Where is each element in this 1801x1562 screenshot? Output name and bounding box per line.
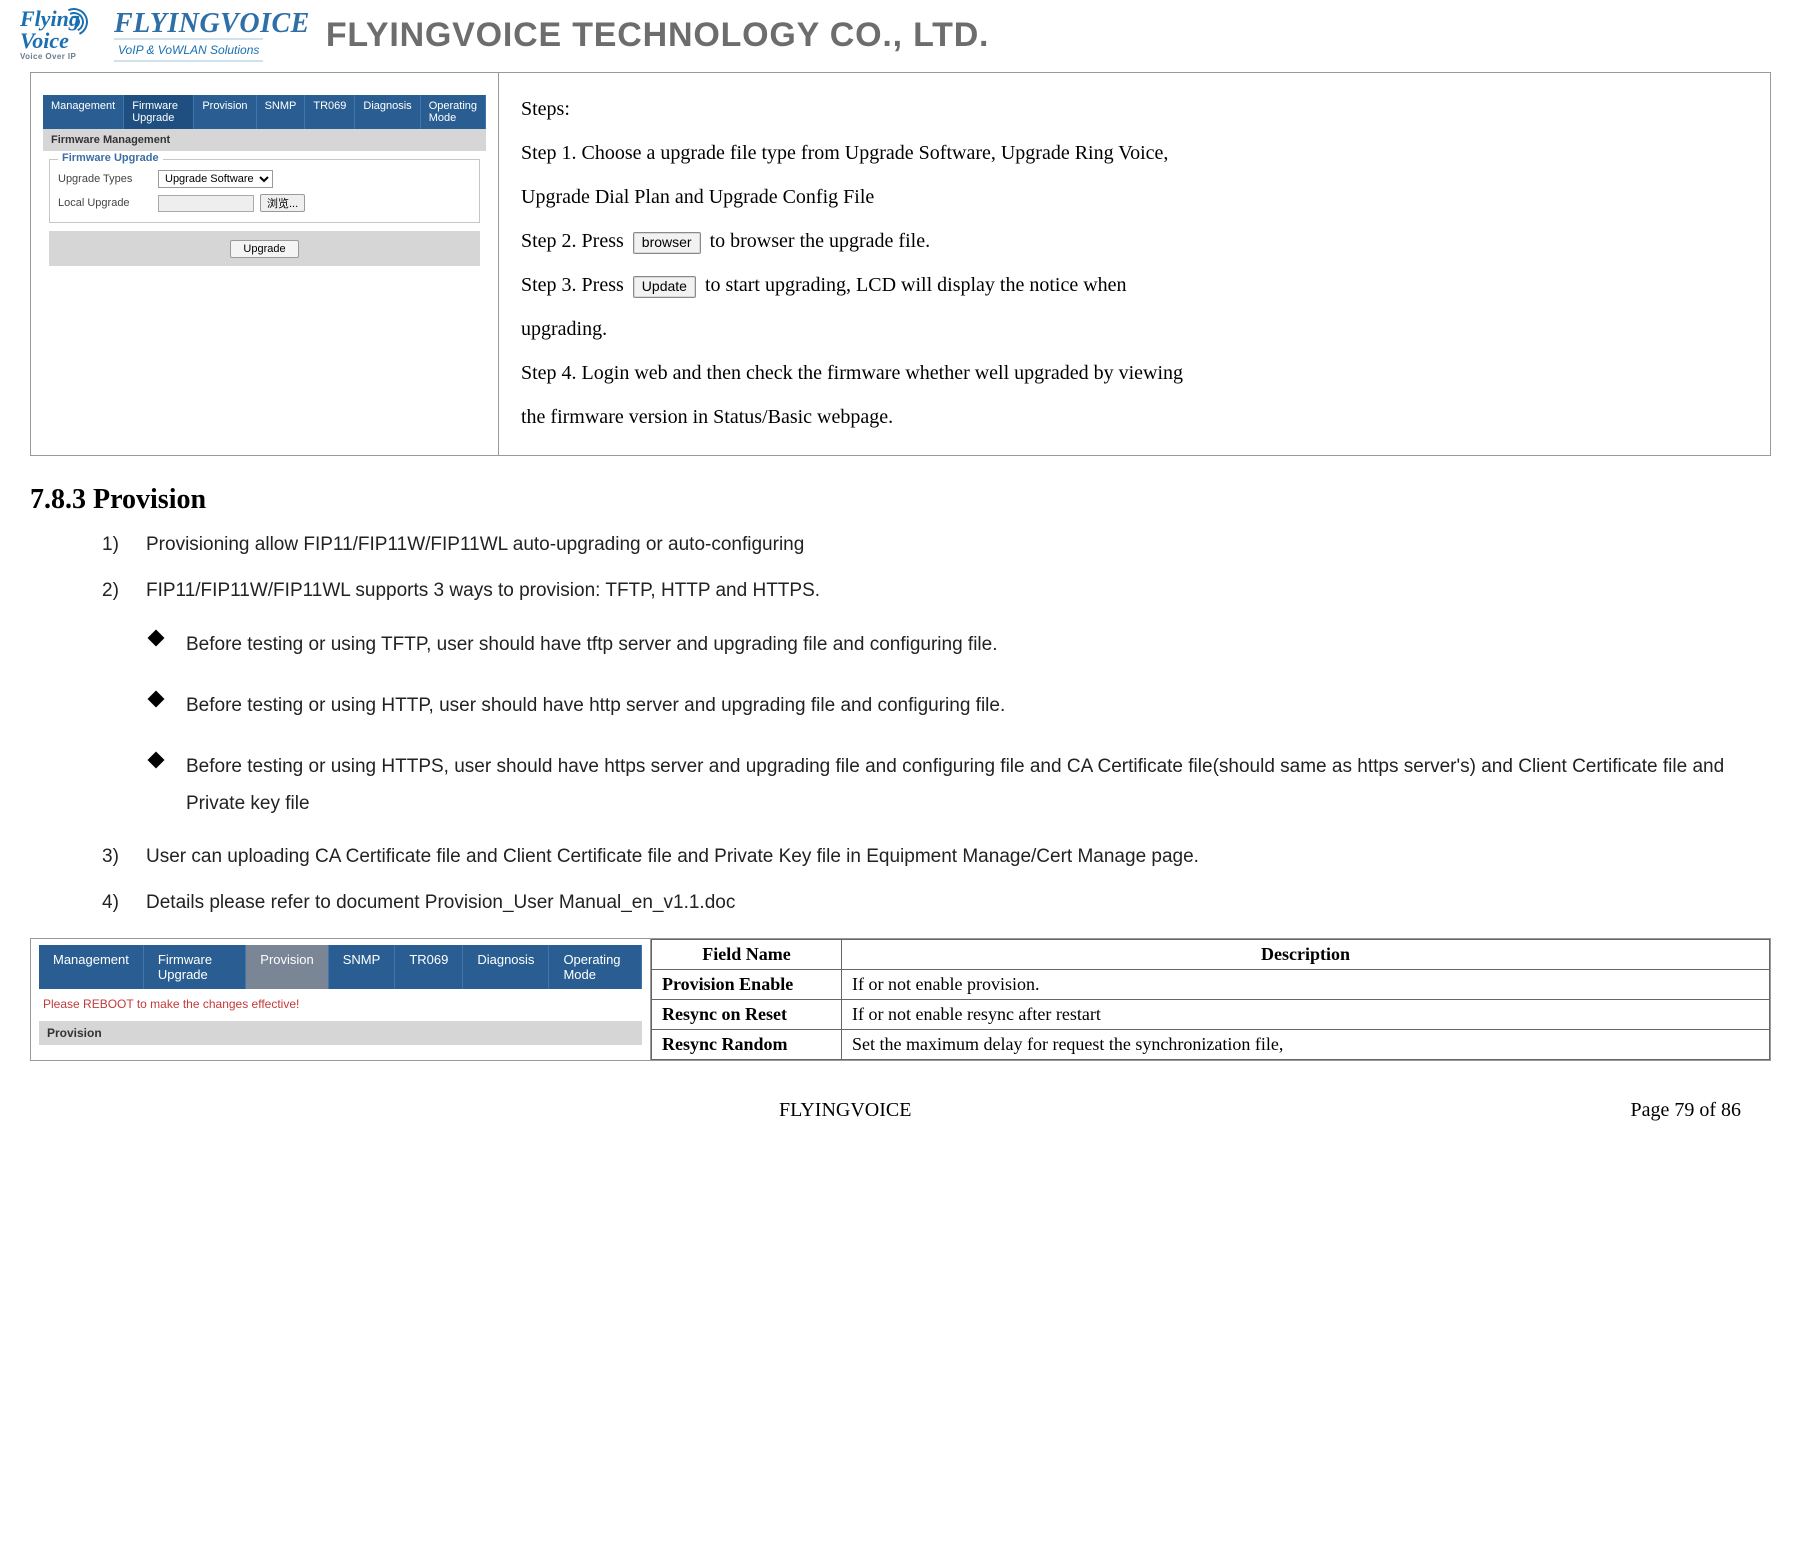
panel-title: Firmware Management	[43, 129, 486, 151]
list-text: FIP11/FIP11W/FIP11WL supports 3 ways to …	[146, 580, 820, 601]
provision-tab[interactable]: Management	[39, 945, 144, 989]
firmware-footer: Upgrade	[49, 231, 480, 266]
local-upgrade-label: Local Upgrade	[58, 197, 158, 209]
list-number: 4)	[102, 892, 146, 914]
cell-desc: If or not enable provision.	[842, 970, 1770, 1000]
table-row: Resync Random Set the maximum delay for …	[652, 1030, 1770, 1060]
upgrade-types-select[interactable]: Upgrade Software	[158, 170, 273, 188]
upgrade-types-row: Upgrade Types Upgrade Software	[58, 170, 471, 188]
company-name: FLYINGVOICE TECHNOLOGY CO., LTD.	[326, 16, 989, 55]
header-field-name: Field Name	[652, 940, 842, 970]
steps-text: Steps: Step 1. Choose a upgrade file typ…	[499, 73, 1770, 455]
header-description: Description	[842, 940, 1770, 970]
provision-list: 1)Provisioning allow FIP11/FIP11W/FIP11W…	[102, 534, 1741, 914]
firmware-screenshot: ManagementFirmware UpgradeProvisionSNMPT…	[31, 73, 499, 455]
firmware-tab[interactable]: Provision	[194, 95, 256, 129]
provision-tab[interactable]: Diagnosis	[463, 945, 549, 989]
update-button-inline: Update	[633, 276, 696, 298]
firmware-tab[interactable]: Firmware Upgrade	[124, 95, 194, 129]
provision-tabs: ManagementFirmware UpgradeProvisionSNMPT…	[39, 945, 642, 989]
firmware-tab[interactable]: SNMP	[257, 95, 306, 129]
steps-title: Steps:	[521, 87, 1748, 131]
step-1b: Upgrade Dial Plan and Upgrade Config Fil…	[521, 175, 1748, 219]
cell-field: Resync Random	[652, 1030, 842, 1060]
firmware-upgrade-fieldset: Firmware Upgrade Upgrade Types Upgrade S…	[49, 159, 480, 223]
step-4b: the firmware version in Status/Basic web…	[521, 395, 1748, 439]
reboot-message: Please REBOOT to make the changes effect…	[43, 997, 638, 1011]
step-3-post: to start upgrading, LCD will display the…	[705, 274, 1127, 296]
firmware-tabs: ManagementFirmware UpgradeProvisionSNMPT…	[43, 95, 486, 129]
table-row: Resync on Reset If or not enable resync …	[652, 1000, 1770, 1030]
provision-table-wrap: Field Name Description Provision Enable …	[651, 939, 1770, 1060]
page-header: Flying Voice Voice Over IP FLYINGVOICE V…	[20, 0, 1781, 64]
cell-desc: Set the maximum delay for request the sy…	[842, 1030, 1770, 1060]
diamond-list: Before testing or using TFTP, user shoul…	[150, 626, 1741, 822]
firmware-tab[interactable]: Diagnosis	[355, 95, 420, 129]
list-item: 1)Provisioning allow FIP11/FIP11W/FIP11W…	[102, 534, 1741, 556]
wifi-arc-icon	[60, 8, 104, 36]
footer-page-number: Page 79 of 86	[1630, 1099, 1741, 1122]
diamond-item: Before testing or using HTTPS, user shou…	[150, 748, 1741, 822]
provision-tab[interactable]: SNMP	[329, 945, 396, 989]
cell-field: Resync on Reset	[652, 1000, 842, 1030]
local-upgrade-row: Local Upgrade 浏览...	[58, 194, 471, 212]
step-4a: Step 4. Login web and then check the fir…	[521, 351, 1748, 395]
provision-tab[interactable]: Provision	[246, 945, 328, 989]
cell-desc: If or not enable resync after restart	[842, 1000, 1770, 1030]
fieldset-legend: Firmware Upgrade	[58, 152, 163, 164]
logo-brand-text: FLYINGVOICE	[114, 8, 310, 40]
firmware-tab[interactable]: Management	[43, 95, 124, 129]
list-number: 3)	[102, 846, 146, 868]
browse-button[interactable]: 浏览...	[260, 194, 305, 212]
provision-panel-title: Provision	[39, 1021, 642, 1045]
provision-block: ManagementFirmware UpgradeProvisionSNMPT…	[30, 938, 1771, 1061]
step-2-pre: Step 2. Press	[521, 230, 624, 252]
page-footer: FLYINGVOICE Page 79 of 86	[20, 1061, 1781, 1126]
table-header-row: Field Name Description	[652, 940, 1770, 970]
firmware-tab[interactable]: TR069	[305, 95, 355, 129]
provision-tab[interactable]: Firmware Upgrade	[144, 945, 246, 989]
footer-center: FLYINGVOICE	[60, 1099, 1630, 1122]
step-2: Step 2. Press browser to browser the upg…	[521, 219, 1748, 263]
step-3: Step 3. Press Update to start upgrading,…	[521, 263, 1748, 307]
section-heading: 7.8.3 Provision	[30, 484, 1781, 516]
step-2-post: to browser the upgrade file.	[710, 230, 930, 252]
upgrade-button[interactable]: Upgrade	[230, 240, 298, 258]
browser-button-inline: browser	[633, 232, 701, 254]
list-item: 3)User can uploading CA Certificate file…	[102, 846, 1741, 868]
diamond-item: Before testing or using TFTP, user shoul…	[150, 626, 1741, 663]
list-item: 4)Details please refer to document Provi…	[102, 892, 1741, 914]
provision-tab[interactable]: Operating Mode	[549, 945, 642, 989]
provision-table: Field Name Description Provision Enable …	[651, 939, 1770, 1060]
steps-container: ManagementFirmware UpgradeProvisionSNMPT…	[30, 72, 1771, 456]
step-3-pre: Step 3. Press	[521, 274, 624, 296]
logo-tagline: VoIP & VoWLAN Solutions	[114, 38, 263, 62]
provision-tab[interactable]: TR069	[395, 945, 463, 989]
table-row: Provision Enable If or not enable provis…	[652, 970, 1770, 1000]
diamond-item: Before testing or using HTTP, user shoul…	[150, 687, 1741, 724]
provision-screenshot: ManagementFirmware UpgradeProvisionSNMPT…	[31, 939, 651, 1060]
file-input[interactable]	[158, 195, 254, 212]
step-3b: upgrading.	[521, 307, 1748, 351]
list-number: 2)	[102, 580, 146, 602]
logo-flyingvoice-main: FLYINGVOICE VoIP & VoWLAN Solutions	[114, 8, 310, 62]
list-text: Details please refer to document Provisi…	[146, 892, 735, 913]
list-number: 1)	[102, 534, 146, 556]
list-item: 2)FIP11/FIP11W/FIP11WL supports 3 ways t…	[102, 580, 1741, 602]
upgrade-types-label: Upgrade Types	[58, 173, 158, 185]
firmware-tab[interactable]: Operating Mode	[421, 95, 486, 129]
step-1a: Step 1. Choose a upgrade file type from …	[521, 131, 1748, 175]
cell-field: Provision Enable	[652, 970, 842, 1000]
logo-tagline-small: Voice Over IP	[20, 52, 108, 61]
logo-flyingvoice-small: Flying Voice Voice Over IP	[20, 6, 108, 64]
list-text: Provisioning allow FIP11/FIP11W/FIP11WL …	[146, 534, 804, 555]
list-text: User can uploading CA Certificate file a…	[146, 846, 1199, 867]
